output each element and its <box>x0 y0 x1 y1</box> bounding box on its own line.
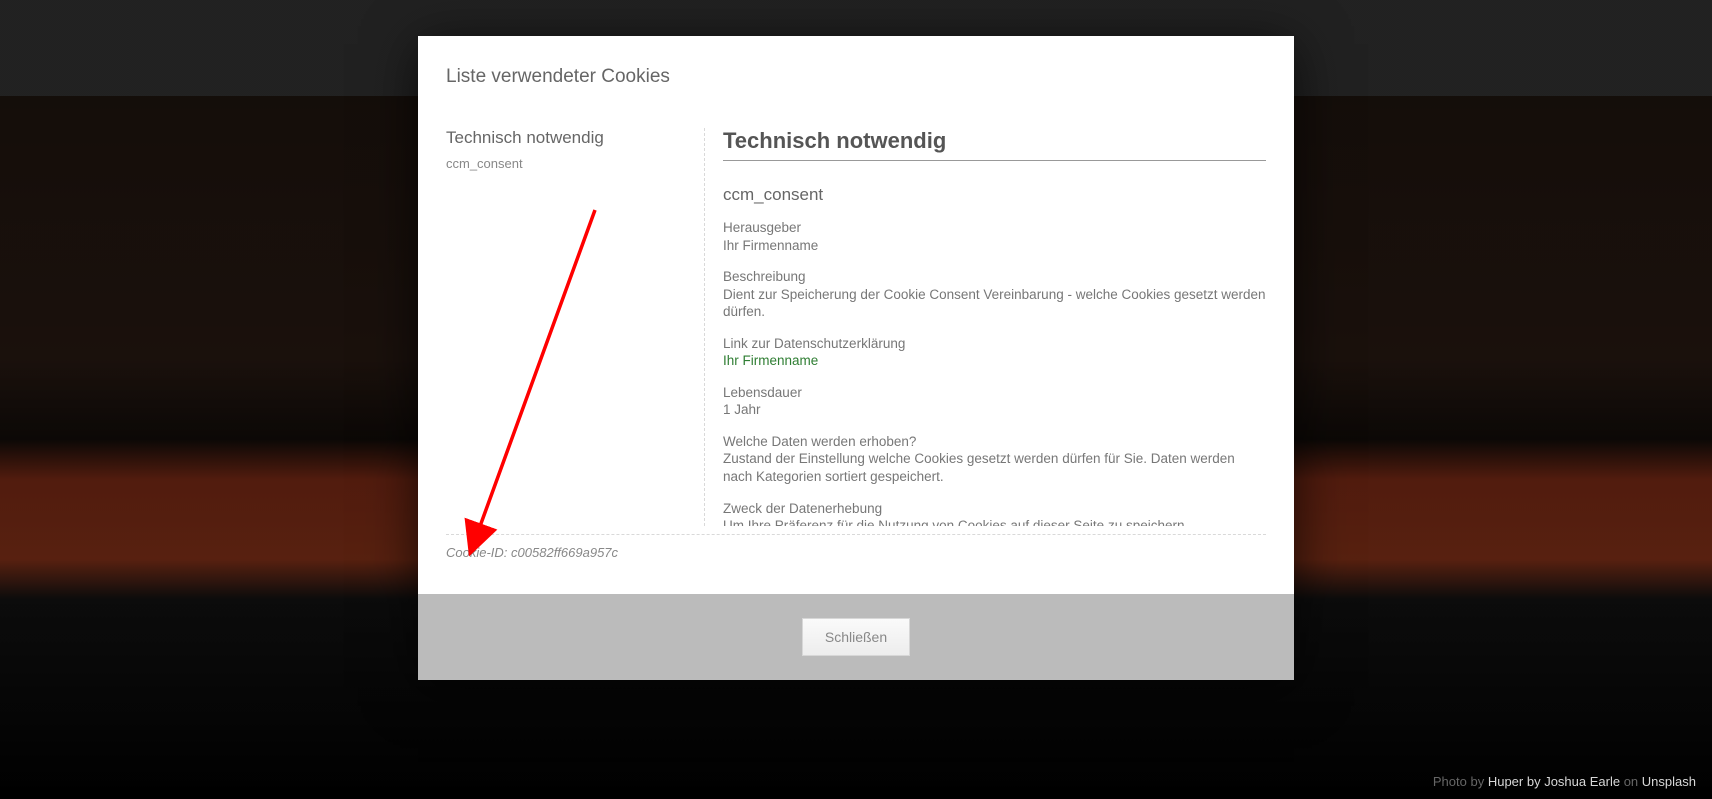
field-label: Welche Daten werden erhoben? <box>723 433 1266 451</box>
detail-cookie-name: ccm_consent <box>723 185 1266 205</box>
field-label: Lebensdauer <box>723 384 1266 402</box>
credit-on: on <box>1624 774 1638 789</box>
modal-body: Liste verwendeter Cookies Technisch notw… <box>418 36 1294 594</box>
field-label: Link zur Datenschutzerklärung <box>723 335 1266 353</box>
detail-field-link: Link zur Datenschutzerklärung Ihr Firmen… <box>723 335 1266 370</box>
modal-footer: Schließen <box>418 594 1294 680</box>
detail-category-title: Technisch notwendig <box>723 128 1266 161</box>
field-value: Um Ihre Präferenz für die Nutzung von Co… <box>723 517 1266 526</box>
credit-author[interactable]: Huper by Joshua Earle <box>1488 774 1620 789</box>
detail-field-herausgeber: Herausgeber Ihr Firmenname <box>723 219 1266 254</box>
field-value: Ihr Firmenname <box>723 237 1266 255</box>
cookie-modal: Liste verwendeter Cookies Technisch notw… <box>418 36 1294 680</box>
cookie-id: Cookie-ID: c00582ff669a957c <box>446 535 1266 574</box>
field-label: Zweck der Datenerhebung <box>723 500 1266 518</box>
cookie-id-label: Cookie-ID: <box>446 545 507 560</box>
detail-field-lebensdauer: Lebensdauer 1 Jahr <box>723 384 1266 419</box>
field-label: Herausgeber <box>723 219 1266 237</box>
privacy-policy-link[interactable]: Ihr Firmenname <box>723 353 818 368</box>
detail-field-zweck: Zweck der Datenerhebung Um Ihre Präferen… <box>723 500 1266 526</box>
field-label: Beschreibung <box>723 268 1266 286</box>
cookie-detail-panel[interactable]: Technisch notwendig ccm_consent Herausge… <box>704 128 1266 526</box>
credit-source[interactable]: Unsplash <box>1642 774 1696 789</box>
detail-field-daten: Welche Daten werden erhoben? Zustand der… <box>723 433 1266 486</box>
close-button[interactable]: Schließen <box>802 618 910 656</box>
sidebar-cookie-item[interactable]: ccm_consent <box>446 156 676 171</box>
modal-columns: Technisch notwendig ccm_consent Technisc… <box>446 128 1266 526</box>
credit-prefix: Photo by <box>1433 774 1484 789</box>
modal-title: Liste verwendeter Cookies <box>446 66 1266 88</box>
detail-field-beschreibung: Beschreibung Dient zur Speicherung der C… <box>723 268 1266 321</box>
field-value: 1 Jahr <box>723 401 1266 419</box>
sidebar-category-title: Technisch notwendig <box>446 128 676 148</box>
field-value: Zustand der Einstellung welche Cookies g… <box>723 450 1266 485</box>
cookie-category-sidebar: Technisch notwendig ccm_consent <box>446 128 676 526</box>
cookie-id-value: c00582ff669a957c <box>511 545 618 560</box>
field-value: Dient zur Speicherung der Cookie Consent… <box>723 286 1266 321</box>
photo-credit: Photo by Huper by Joshua Earle on Unspla… <box>1433 774 1696 789</box>
